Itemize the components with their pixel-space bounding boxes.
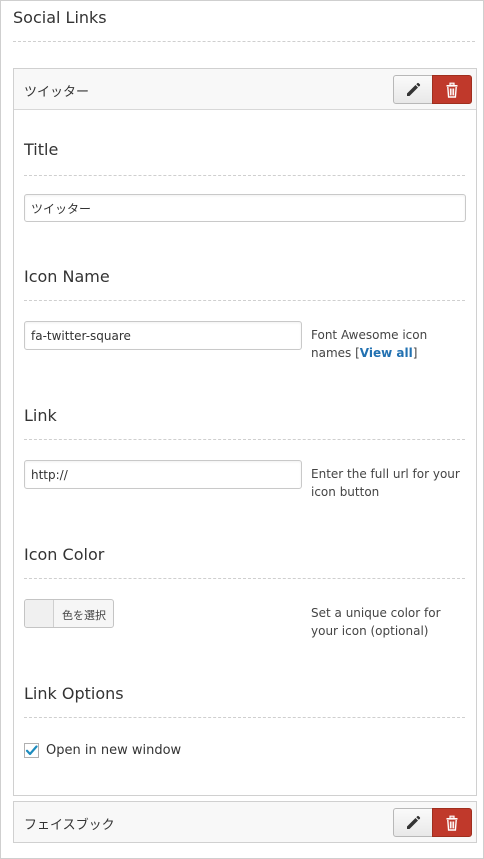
social-link-panel-collapsed: フェイスブック [13,801,477,843]
icon-color-label: Icon Color [24,545,105,564]
open-new-window-checkbox[interactable] [24,743,39,758]
icon-name-help: Font Awesome icon names [View all] [311,326,471,362]
edit-button[interactable] [393,75,433,104]
link-input[interactable] [24,460,302,489]
select-color-label: 色を選択 [62,609,106,622]
panel-actions [393,75,472,104]
icon-name-label: Icon Name [24,267,110,286]
divider [24,717,465,718]
check-icon [25,745,38,756]
panel-title: フェイスブック [24,818,115,833]
divider [24,578,465,579]
link-help: Enter the full url for your icon button [311,467,460,499]
divider [24,439,465,440]
edit-button[interactable] [393,808,433,837]
icon-name-help-suffix: ] [412,346,418,360]
color-swatch [25,600,54,627]
open-new-window-label[interactable]: Open in new window [46,743,181,758]
pencil-icon [407,815,421,829]
trash-icon [446,815,458,831]
link-options-label: Link Options [24,684,124,703]
title-input[interactable] [24,194,466,222]
delete-button[interactable] [432,808,472,837]
panel-header: ツイッター [14,69,476,110]
link-label: Link [24,406,57,425]
icon-name-input[interactable] [24,321,302,350]
delete-button[interactable] [432,75,472,104]
pencil-icon [407,82,421,96]
trash-icon [446,82,458,98]
icon-color-help: Set a unique color for your icon (option… [311,606,441,638]
page-title: Social Links [13,8,107,27]
divider [24,175,465,176]
panel-actions [393,808,472,837]
view-all-link[interactable]: View all [360,346,413,360]
divider [13,41,475,42]
divider [24,300,465,301]
title-label: Title [24,140,59,159]
panel-title: ツイッター [24,85,90,100]
select-color-button[interactable]: 色を選択 [24,599,114,628]
